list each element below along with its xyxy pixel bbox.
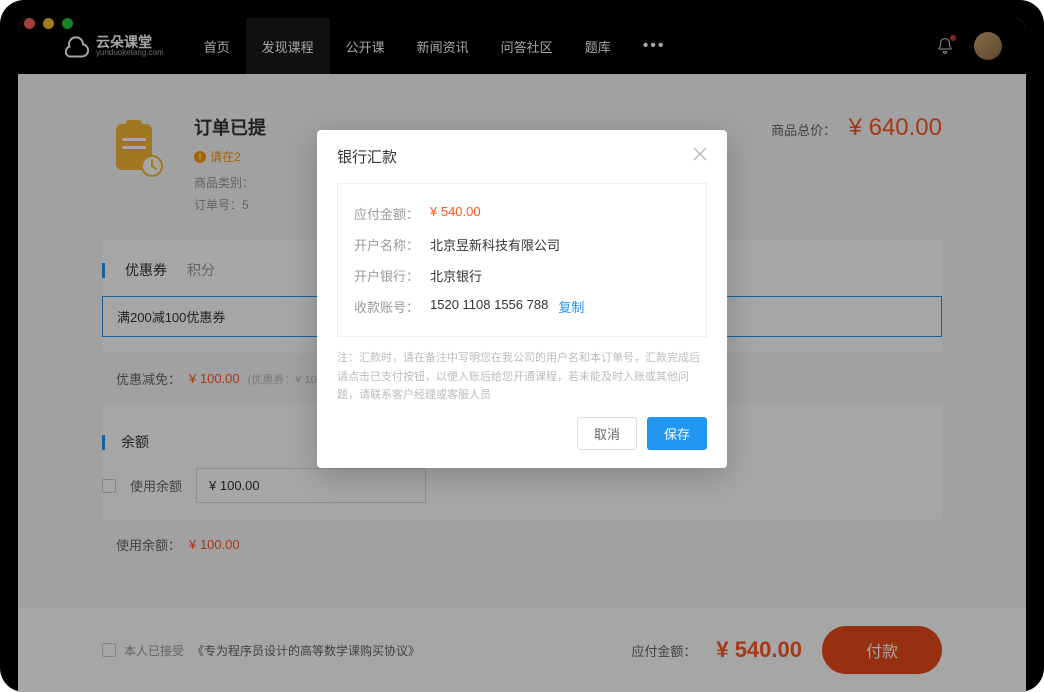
save-button[interactable]: 保存 xyxy=(647,417,707,450)
modal-note: 注：汇款时，请在备注中写明您在我公司的用户名和本订单号，汇款完成后请点击已支付按… xyxy=(337,349,707,405)
modal-close-button[interactable] xyxy=(693,147,707,166)
account-name-key: 开户名称： xyxy=(354,235,430,254)
bank-transfer-modal: 银行汇款 应付金额： ¥ 540.00 开户名称： 北京昱新科技有限公司 开户银… xyxy=(317,130,727,468)
close-icon xyxy=(693,147,707,161)
account-number-value: 1520 1108 1556 788 xyxy=(430,297,548,316)
bank-value: 北京银行 xyxy=(430,266,482,285)
cancel-button[interactable]: 取消 xyxy=(577,417,637,450)
account-number-key: 收款账号： xyxy=(354,297,430,316)
modal-title: 银行汇款 xyxy=(337,146,397,167)
account-name-value: 北京昱新科技有限公司 xyxy=(430,235,560,254)
amount-value: ¥ 540.00 xyxy=(430,204,481,223)
amount-key: 应付金额： xyxy=(354,204,430,223)
bank-key: 开户银行： xyxy=(354,266,430,285)
copy-account-button[interactable]: 复制 xyxy=(558,297,584,316)
bank-info-box: 应付金额： ¥ 540.00 开户名称： 北京昱新科技有限公司 开户银行： 北京… xyxy=(337,183,707,337)
